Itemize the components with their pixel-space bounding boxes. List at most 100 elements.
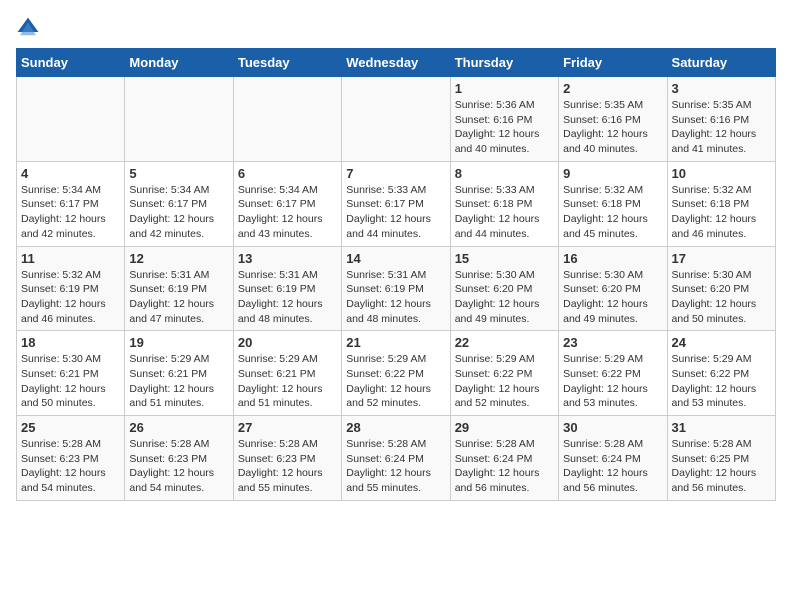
day-info: Sunrise: 5:28 AM Sunset: 6:23 PM Dayligh… [238, 437, 337, 496]
day-info: Sunrise: 5:34 AM Sunset: 6:17 PM Dayligh… [21, 183, 120, 242]
day-info: Sunrise: 5:32 AM Sunset: 6:18 PM Dayligh… [672, 183, 771, 242]
weekday-header-tuesday: Tuesday [233, 49, 341, 77]
day-info: Sunrise: 5:29 AM Sunset: 6:21 PM Dayligh… [238, 352, 337, 411]
calendar-cell: 10 Sunrise: 5:32 AM Sunset: 6:18 PM Dayli… [667, 161, 775, 246]
calendar-cell: 26 Sunrise: 5:28 AM Sunset: 6:23 PM Dayli… [125, 416, 233, 501]
day-info: Sunrise: 5:30 AM Sunset: 6:20 PM Dayligh… [563, 268, 662, 327]
day-info: Sunrise: 5:31 AM Sunset: 6:19 PM Dayligh… [129, 268, 228, 327]
calendar-cell: 8 Sunrise: 5:33 AM Sunset: 6:18 PM Daylig… [450, 161, 558, 246]
day-number: 13 [238, 251, 337, 266]
day-info: Sunrise: 5:28 AM Sunset: 6:24 PM Dayligh… [346, 437, 445, 496]
day-info: Sunrise: 5:29 AM Sunset: 6:22 PM Dayligh… [563, 352, 662, 411]
day-number: 16 [563, 251, 662, 266]
day-number: 6 [238, 166, 337, 181]
calendar-cell: 11Sunrise: 5:32 AM Sunset: 6:19 PM Dayli… [17, 246, 125, 331]
calendar-cell: 17 Sunrise: 5:30 AM Sunset: 6:20 PM Dayli… [667, 246, 775, 331]
day-info: Sunrise: 5:36 AM Sunset: 6:16 PM Dayligh… [455, 98, 554, 157]
day-number: 21 [346, 335, 445, 350]
day-info: Sunrise: 5:28 AM Sunset: 6:25 PM Dayligh… [672, 437, 771, 496]
calendar-cell: 14 Sunrise: 5:31 AM Sunset: 6:19 PM Dayli… [342, 246, 450, 331]
day-info: Sunrise: 5:29 AM Sunset: 6:22 PM Dayligh… [346, 352, 445, 411]
calendar-table: SundayMondayTuesdayWednesdayThursdayFrid… [16, 48, 776, 501]
calendar-cell: 29 Sunrise: 5:28 AM Sunset: 6:24 PM Dayli… [450, 416, 558, 501]
calendar-week-row: 1Sunrise: 5:36 AM Sunset: 6:16 PM Daylig… [17, 77, 776, 162]
day-number: 8 [455, 166, 554, 181]
day-number: 10 [672, 166, 771, 181]
day-number: 25 [21, 420, 120, 435]
day-info: Sunrise: 5:32 AM Sunset: 6:18 PM Dayligh… [563, 183, 662, 242]
day-info: Sunrise: 5:35 AM Sunset: 6:16 PM Dayligh… [672, 98, 771, 157]
day-info: Sunrise: 5:31 AM Sunset: 6:19 PM Dayligh… [238, 268, 337, 327]
calendar-cell: 1Sunrise: 5:36 AM Sunset: 6:16 PM Daylig… [450, 77, 558, 162]
logo [16, 16, 44, 40]
calendar-cell: 13 Sunrise: 5:31 AM Sunset: 6:19 PM Dayli… [233, 246, 341, 331]
day-number: 3 [672, 81, 771, 96]
day-info: Sunrise: 5:33 AM Sunset: 6:18 PM Dayligh… [455, 183, 554, 242]
calendar-cell: 27Sunrise: 5:28 AM Sunset: 6:23 PM Dayli… [233, 416, 341, 501]
calendar-week-row: 11Sunrise: 5:32 AM Sunset: 6:19 PM Dayli… [17, 246, 776, 331]
day-info: Sunrise: 5:28 AM Sunset: 6:23 PM Dayligh… [129, 437, 228, 496]
day-number: 24 [672, 335, 771, 350]
weekday-header-wednesday: Wednesday [342, 49, 450, 77]
calendar-cell: 15Sunrise: 5:30 AM Sunset: 6:20 PM Dayli… [450, 246, 558, 331]
calendar-week-row: 4 Sunrise: 5:34 AM Sunset: 6:17 PM Daylig… [17, 161, 776, 246]
weekday-header-saturday: Saturday [667, 49, 775, 77]
calendar-cell: 16 Sunrise: 5:30 AM Sunset: 6:20 PM Dayli… [559, 246, 667, 331]
calendar-cell [125, 77, 233, 162]
calendar-cell [233, 77, 341, 162]
day-number: 29 [455, 420, 554, 435]
calendar-header-row: SundayMondayTuesdayWednesdayThursdayFrid… [17, 49, 776, 77]
calendar-cell: 18 Sunrise: 5:30 AM Sunset: 6:21 PM Dayli… [17, 331, 125, 416]
day-info: Sunrise: 5:35 AM Sunset: 6:16 PM Dayligh… [563, 98, 662, 157]
day-info: Sunrise: 5:30 AM Sunset: 6:21 PM Dayligh… [21, 352, 120, 411]
calendar-cell: 2 Sunrise: 5:35 AM Sunset: 6:16 PM Daylig… [559, 77, 667, 162]
calendar-cell: 4 Sunrise: 5:34 AM Sunset: 6:17 PM Daylig… [17, 161, 125, 246]
day-number: 5 [129, 166, 228, 181]
calendar-cell: 25 Sunrise: 5:28 AM Sunset: 6:23 PM Dayli… [17, 416, 125, 501]
day-info: Sunrise: 5:33 AM Sunset: 6:17 PM Dayligh… [346, 183, 445, 242]
day-number: 20 [238, 335, 337, 350]
day-number: 4 [21, 166, 120, 181]
day-info: Sunrise: 5:28 AM Sunset: 6:23 PM Dayligh… [21, 437, 120, 496]
calendar-week-row: 18 Sunrise: 5:30 AM Sunset: 6:21 PM Dayli… [17, 331, 776, 416]
calendar-cell: 3 Sunrise: 5:35 AM Sunset: 6:16 PM Daylig… [667, 77, 775, 162]
day-number: 15 [455, 251, 554, 266]
logo-icon [16, 16, 40, 40]
day-number: 14 [346, 251, 445, 266]
day-number: 2 [563, 81, 662, 96]
day-number: 30 [563, 420, 662, 435]
calendar-cell: 12Sunrise: 5:31 AM Sunset: 6:19 PM Dayli… [125, 246, 233, 331]
day-number: 18 [21, 335, 120, 350]
calendar-week-row: 25 Sunrise: 5:28 AM Sunset: 6:23 PM Dayli… [17, 416, 776, 501]
day-info: Sunrise: 5:29 AM Sunset: 6:21 PM Dayligh… [129, 352, 228, 411]
day-info: Sunrise: 5:31 AM Sunset: 6:19 PM Dayligh… [346, 268, 445, 327]
day-number: 28 [346, 420, 445, 435]
day-number: 7 [346, 166, 445, 181]
weekday-header-thursday: Thursday [450, 49, 558, 77]
calendar-cell: 7 Sunrise: 5:33 AM Sunset: 6:17 PM Daylig… [342, 161, 450, 246]
calendar-cell: 22Sunrise: 5:29 AM Sunset: 6:22 PM Dayli… [450, 331, 558, 416]
day-number: 17 [672, 251, 771, 266]
calendar-cell: 6 Sunrise: 5:34 AM Sunset: 6:17 PM Daylig… [233, 161, 341, 246]
day-number: 31 [672, 420, 771, 435]
day-number: 26 [129, 420, 228, 435]
day-info: Sunrise: 5:34 AM Sunset: 6:17 PM Dayligh… [238, 183, 337, 242]
day-info: Sunrise: 5:28 AM Sunset: 6:24 PM Dayligh… [455, 437, 554, 496]
calendar-cell: 28 Sunrise: 5:28 AM Sunset: 6:24 PM Dayli… [342, 416, 450, 501]
day-number: 19 [129, 335, 228, 350]
calendar-cell [17, 77, 125, 162]
day-info: Sunrise: 5:29 AM Sunset: 6:22 PM Dayligh… [672, 352, 771, 411]
calendar-cell: 5 Sunrise: 5:34 AM Sunset: 6:17 PM Daylig… [125, 161, 233, 246]
day-info: Sunrise: 5:28 AM Sunset: 6:24 PM Dayligh… [563, 437, 662, 496]
calendar-cell: 31 Sunrise: 5:28 AM Sunset: 6:25 PM Dayli… [667, 416, 775, 501]
weekday-header-friday: Friday [559, 49, 667, 77]
day-info: Sunrise: 5:34 AM Sunset: 6:17 PM Dayligh… [129, 183, 228, 242]
day-number: 9 [563, 166, 662, 181]
calendar-cell: 24 Sunrise: 5:29 AM Sunset: 6:22 PM Dayli… [667, 331, 775, 416]
calendar-cell: 19 Sunrise: 5:29 AM Sunset: 6:21 PM Dayli… [125, 331, 233, 416]
calendar-cell: 23Sunrise: 5:29 AM Sunset: 6:22 PM Dayli… [559, 331, 667, 416]
calendar-cell: 21 Sunrise: 5:29 AM Sunset: 6:22 PM Dayli… [342, 331, 450, 416]
day-number: 22 [455, 335, 554, 350]
day-info: Sunrise: 5:30 AM Sunset: 6:20 PM Dayligh… [672, 268, 771, 327]
day-number: 11 [21, 251, 120, 266]
